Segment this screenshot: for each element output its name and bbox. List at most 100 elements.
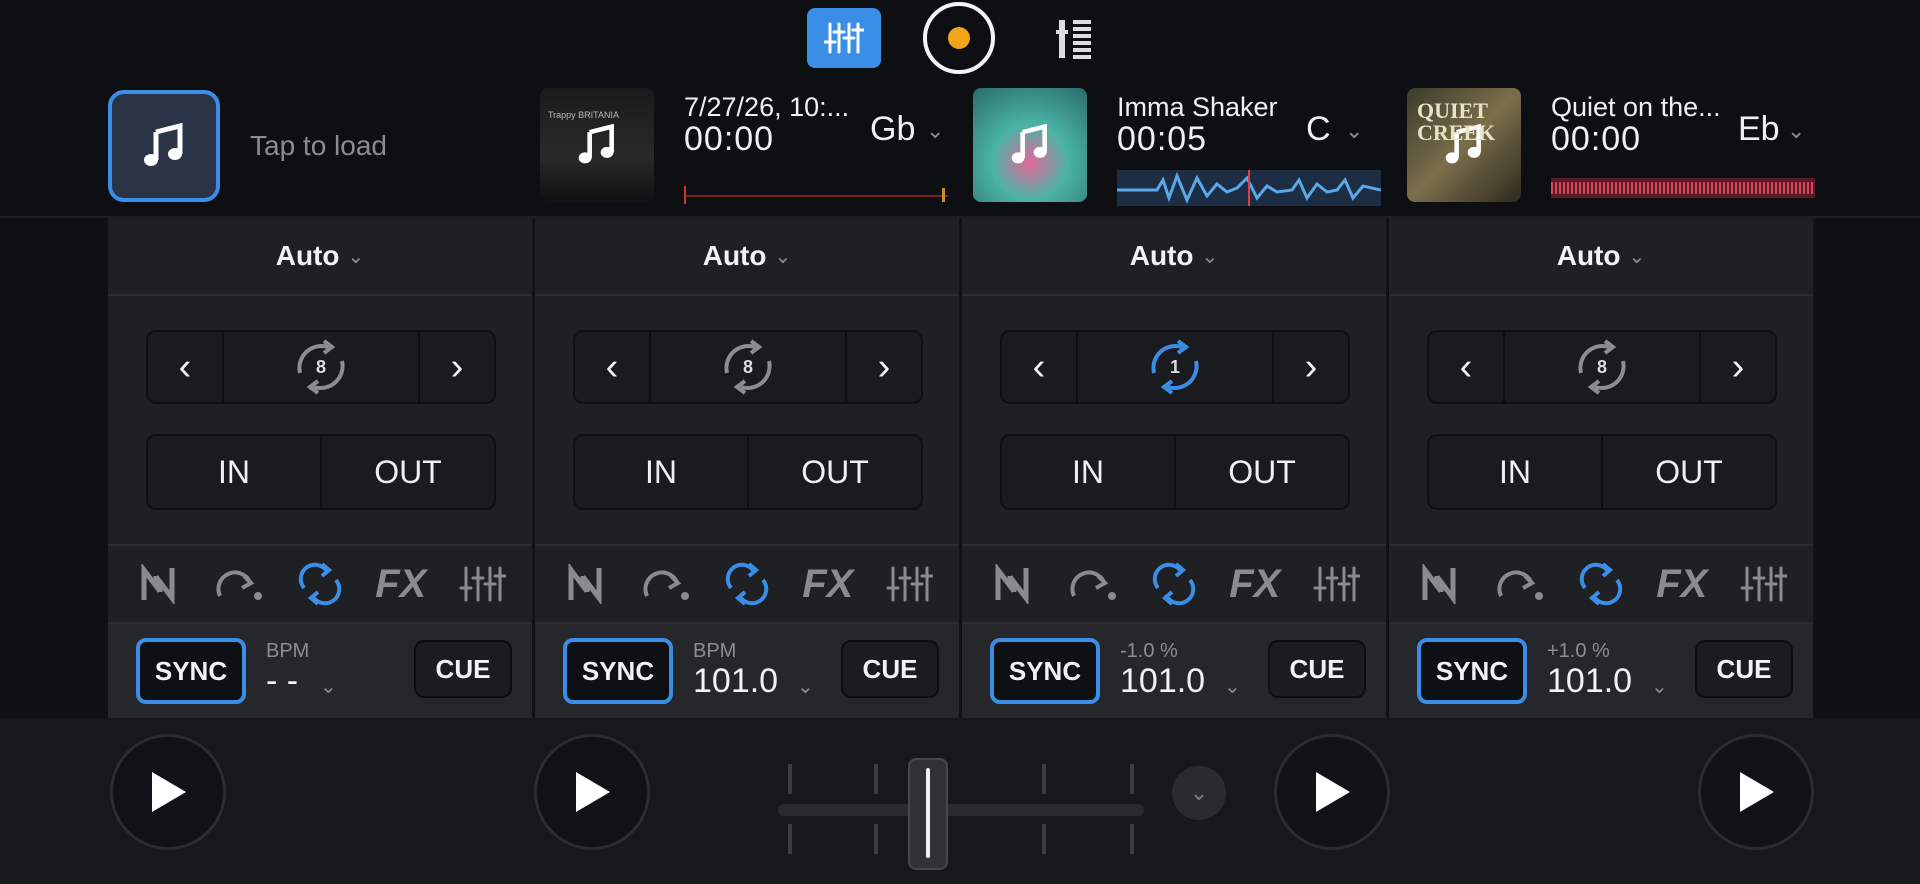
auto-mode-selector[interactable]: Auto ⌄ [108,218,532,296]
loop-toggle-button[interactable]: 8 [222,332,420,402]
loop-mode-button[interactable] [717,559,777,609]
album-art: QUIET CREEK [1407,88,1521,202]
load-track-button[interactable] [108,90,220,202]
loop-halve-button[interactable]: ‹ [1002,332,1076,402]
slip-icon [643,570,690,600]
play-button-deck-4[interactable] [1698,734,1814,850]
fx-button[interactable]: FX [798,559,858,609]
chevron-down-icon: ⌄ [320,676,337,698]
waveform[interactable] [684,170,948,206]
cue-button[interactable]: CUE [841,640,939,698]
loop-out-button[interactable]: OUT [747,436,921,508]
fx-button[interactable]: FX [1225,559,1285,609]
auto-mode-selector[interactable]: Auto ⌄ [1389,218,1813,296]
loop-mode-button[interactable] [290,559,350,609]
bpm-value[interactable]: 101.0 [1120,662,1205,701]
waveform[interactable] [1551,170,1815,206]
loop-out-button[interactable]: OUT [1601,436,1775,508]
loop-halve-button[interactable]: ‹ [148,332,222,402]
bpm-value[interactable]: 101.0 [1547,662,1632,701]
chevron-down-icon: ⌄ [1787,118,1806,143]
eq-button[interactable] [1733,559,1793,609]
sync-button[interactable]: SYNC [1417,638,1527,704]
sync-button[interactable]: SYNC [136,638,246,704]
cue-button[interactable]: CUE [414,640,512,698]
cue-button[interactable]: CUE [1695,640,1793,698]
loop-in-button[interactable]: IN [1429,436,1601,508]
loop-double-button[interactable]: › [420,332,494,402]
chevron-down-icon: ⌄ [797,676,814,698]
slip-button[interactable] [209,559,269,609]
loop-length: 8 [315,356,326,377]
neural-mix-button[interactable] [128,559,188,609]
bpm-label: +1.0 % [1547,640,1610,662]
bpm-value[interactable]: - - [266,662,298,701]
slip-button[interactable] [1063,559,1123,609]
track-key[interactable]: C [1306,110,1331,149]
loop-out-button[interactable]: OUT [1174,436,1348,508]
loop-control: ‹ 8 › [573,330,923,404]
mixer-button[interactable] [807,8,881,68]
deck-4-header[interactable]: QUIET CREEK Quiet on the... 00:00 Eb ⌄ [1407,88,1827,208]
divider [1389,544,1813,546]
sync-button[interactable]: SYNC [563,638,673,704]
eq-button[interactable] [879,559,939,609]
loop-out-button[interactable]: OUT [320,436,494,508]
fx-button[interactable]: FX [1652,559,1712,609]
loop-toggle-button[interactable]: 8 [649,332,847,402]
crossfader[interactable] [778,742,1144,870]
neural-mix-button[interactable] [555,559,615,609]
slip-icon [1497,570,1544,600]
loop-halve-button[interactable]: ‹ [1429,332,1503,402]
chevron-down-icon: ⌄ [1345,118,1364,143]
auto-mode-label: Auto [702,240,767,271]
loop-double-button[interactable]: › [847,332,921,402]
crossfader-knob[interactable] [908,758,949,870]
chevron-down-icon: ⌄ [347,245,365,268]
play-button-deck-2[interactable] [534,734,650,850]
auto-mode-selector[interactable]: Auto ⌄ [535,218,959,296]
loop-mode-button[interactable] [1144,559,1204,609]
loop-in-out: IN OUT [146,434,496,510]
bpm-value[interactable]: 101.0 [693,662,778,701]
play-button-deck-1[interactable] [110,734,226,850]
loop-double-button[interactable]: › [1701,332,1775,402]
loop-in-button[interactable]: IN [148,436,320,508]
top-bar [0,0,1920,78]
slip-button[interactable] [1490,559,1550,609]
loop-mode-button[interactable] [1571,559,1631,609]
waveform[interactable] [1117,170,1381,206]
loop-double-button[interactable]: › [1274,332,1348,402]
loop-in-out: IN OUT [1427,434,1777,510]
levels-button[interactable] [1037,8,1111,68]
sync-button[interactable]: SYNC [990,638,1100,704]
cue-button[interactable]: CUE [1268,640,1366,698]
neural-mix-button[interactable] [982,559,1042,609]
track-key[interactable]: Gb [870,110,915,149]
crossfader-track[interactable] [778,804,1144,816]
slip-icon [216,570,263,600]
track-title: Imma Shaker [1117,92,1278,122]
deck-3-header[interactable]: Imma Shaker 00:05 C ⌄ [973,88,1393,208]
crossfader-menu-button[interactable]: ⌄ [1172,766,1226,820]
sync-bpm-strip: SYNC +1.0 % 101.0 ⌄ CUE [1389,622,1813,718]
deck-panels: Auto ⌄ ‹ 8 › IN OUT FX SYNC BPM - - ⌄ CU… [108,218,1815,718]
loop-toggle-button[interactable]: 1 [1076,332,1274,402]
auto-mode-selector[interactable]: Auto ⌄ [962,218,1386,296]
tap-to-load-label[interactable]: Tap to load [250,130,387,162]
fx-button[interactable]: FX [371,559,431,609]
slip-button[interactable] [636,559,696,609]
deck-2-header[interactable]: Trappy BRITANIA 7/27/26, 10:... 00:00 Gb… [540,88,960,208]
eq-sliders-icon [1313,566,1360,602]
neural-mix-icon [995,564,1029,604]
loop-halve-button[interactable]: ‹ [575,332,649,402]
eq-button[interactable] [1306,559,1366,609]
loop-in-button[interactable]: IN [575,436,747,508]
loop-toggle-button[interactable]: 8 [1503,332,1701,402]
loop-in-button[interactable]: IN [1002,436,1174,508]
record-button[interactable] [922,2,996,74]
play-button-deck-3[interactable] [1274,734,1390,850]
eq-button[interactable] [452,559,512,609]
neural-mix-button[interactable] [1409,559,1469,609]
track-key[interactable]: Eb [1738,110,1780,149]
